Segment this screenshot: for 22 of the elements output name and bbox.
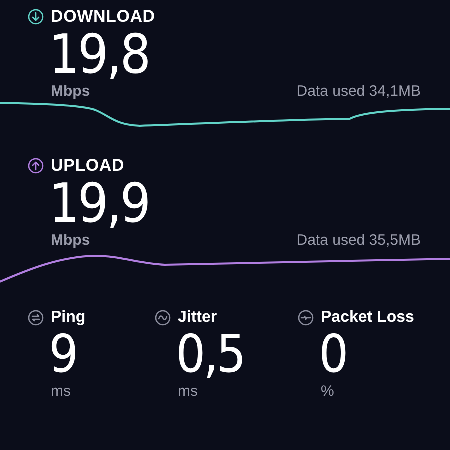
metric-unit: % — [320, 383, 334, 400]
download-icon — [28, 9, 44, 25]
data-used: Data used 35,5MB — [296, 232, 421, 249]
metric-value: 0,5 — [175, 327, 244, 383]
metric-label: Jitter — [178, 309, 218, 327]
wave-icon — [155, 310, 171, 326]
data-used: Data used 34,1MB — [296, 83, 421, 100]
pulse-icon — [298, 310, 314, 326]
speed-unit: Mbps — [51, 232, 90, 249]
metric-value: 0 — [318, 327, 347, 383]
speed-value: 19,9 — [48, 176, 150, 232]
test-title: UPLOAD — [51, 156, 125, 176]
ping-icon — [28, 310, 44, 326]
test-title: DOWNLOAD — [51, 7, 156, 27]
speed-unit: Mbps — [51, 83, 90, 100]
metric-value: 9 — [48, 327, 77, 383]
metric-unit: ms — [50, 383, 71, 400]
metric-unit: ms — [177, 383, 198, 400]
metric-label: Ping — [51, 309, 86, 327]
upload-icon — [28, 158, 44, 174]
speed-value: 19,8 — [48, 27, 150, 83]
metric-label: Packet Loss — [321, 309, 414, 327]
